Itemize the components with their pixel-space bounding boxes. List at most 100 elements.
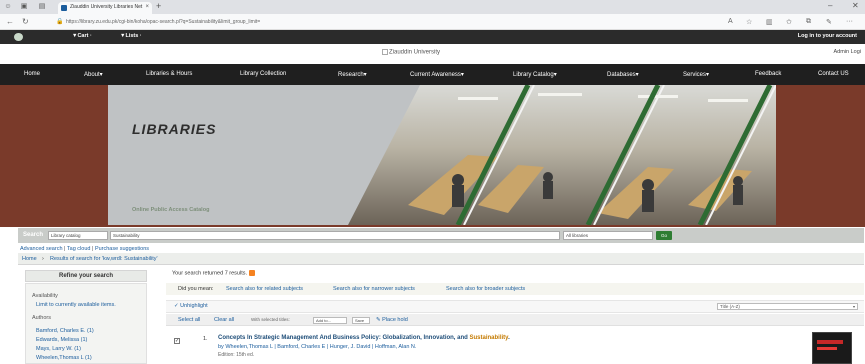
result-title-end: . [508, 335, 510, 341]
search-query-input[interactable]: Sustainability [110, 231, 560, 240]
nav-current-awareness[interactable]: Current Awareness▾ [410, 71, 464, 78]
nav-services[interactable]: Services▾ [683, 71, 709, 78]
nav-libraries-hours[interactable]: Libraries & Hours [146, 71, 192, 77]
branch-select[interactable]: All libraries [563, 231, 653, 240]
banner-alt-text: Ziauddin University [389, 49, 441, 56]
search-bar: Search Library catalog Sustainability Al… [18, 228, 864, 243]
admin-login-link[interactable]: Admin Logi [833, 49, 861, 55]
close-tab-icon[interactable]: × [145, 4, 149, 10]
hero-subheading: Online Public Access Catalog [132, 207, 210, 213]
library-photo-collage [348, 85, 776, 225]
close-window-button[interactable]: ✕ [852, 1, 859, 10]
lock-icon: 🔒 [56, 19, 64, 25]
favorites-icon[interactable]: ✩ [786, 18, 792, 26]
split-view-icon[interactable]: ▥ [766, 18, 773, 26]
result-title-text: Concepts In Strategic Management And Bus… [218, 335, 470, 341]
save-button[interactable]: Save [352, 317, 370, 324]
broken-image-icon [382, 49, 388, 55]
minimize-button[interactable]: – [828, 1, 832, 10]
url-text: https://library.zu.edu.pk/cgi-bin/koha/o… [66, 19, 261, 25]
hero-banner: LIBRARIES Online Public Access Catalog [108, 85, 776, 225]
author-facet-link[interactable]: Edwards, Melissa (1) [36, 337, 87, 343]
result-edition: Edition: 15th ed. [218, 352, 255, 358]
address-bar-row: ← ↻ 🔒 https://library.zu.edu.pk/cgi-bin/… [0, 14, 865, 30]
narrower-subjects-link[interactable]: Search also for narrower subjects [333, 286, 415, 292]
cart-menu[interactable]: ▼Cart · [72, 33, 92, 39]
main-navigation: Home About▾ Libraries & Hours Library Co… [0, 64, 865, 85]
browser-tab-bar: ☺ ▣ ▤ Ziauddin University Libraries Net … [0, 0, 865, 14]
star-outline-icon[interactable]: ☆ [746, 18, 752, 26]
tab-actions-icon[interactable]: ▣ [20, 3, 28, 11]
nav-contact-us[interactable]: Contact US [818, 71, 849, 77]
place-hold-label: Place hold [382, 317, 408, 323]
clear-all-link[interactable]: Clear all [214, 317, 234, 323]
author-facet-link[interactable]: Wheelen,Thomas L (1) [36, 355, 92, 361]
university-banner[interactable]: Ziauddin University [382, 49, 440, 56]
tab-title: Ziauddin University Libraries Net [70, 4, 143, 10]
select-all-link[interactable]: Select all [178, 317, 200, 323]
collections-icon[interactable]: ⧉ [806, 18, 811, 26]
profile-icon[interactable]: ☺ [4, 3, 12, 11]
book-cover-thumbnail[interactable] [812, 332, 852, 364]
result-checkbox[interactable]: ✓ [174, 338, 180, 344]
result-title-link[interactable]: Concepts In Strategic Management And Bus… [218, 335, 510, 341]
related-subjects-link[interactable]: Search also for related subjects [226, 286, 303, 292]
nav-library-catalog[interactable]: Library Catalog▾ [513, 71, 557, 78]
new-tab-button[interactable]: + [156, 1, 161, 11]
tab-group-icon[interactable]: ▤ [38, 3, 46, 11]
tag-cloud-link[interactable]: Tag cloud [67, 246, 91, 252]
opac-top-bar: ▼Cart · ▼Lists · Log in to your account [0, 30, 865, 44]
breadcrumb: Home › Results of search for 'kw,wrdl: S… [18, 253, 864, 265]
result-number: 1. [203, 336, 208, 342]
nav-library-collection[interactable]: Library Collection [240, 71, 286, 77]
place-hold-link[interactable]: ✎ Place hold [376, 317, 408, 323]
back-icon[interactable]: ← [6, 17, 14, 26]
cover-decoration [817, 340, 843, 344]
advanced-search-link[interactable]: Advanced search [20, 246, 63, 252]
translate-icon[interactable]: A [728, 18, 733, 25]
search-links: Advanced search | Tag cloud | Purchase s… [20, 246, 149, 252]
browser-tab[interactable]: Ziauddin University Libraries Net × [58, 2, 152, 14]
refine-search-heading: Refine your search [25, 270, 147, 282]
unhighlight-link[interactable]: ✓ Unhighlight [174, 303, 208, 309]
result-authors[interactable]: by Wheelen,Thomas L | Bamford, Charles E… [218, 344, 416, 350]
results-count-text: Your search returned 7 results. [172, 270, 248, 277]
favicon-icon [61, 5, 67, 11]
nav-about[interactable]: About▾ [84, 71, 103, 78]
author-facet-link[interactable]: Mays, Larry W. (1) [36, 346, 81, 352]
nav-databases[interactable]: Databases▾ [607, 71, 639, 78]
nav-feedback[interactable]: Feedback [755, 71, 781, 77]
koha-logo-icon[interactable] [14, 33, 23, 41]
broader-subjects-link[interactable]: Search also for broader subjects [446, 286, 525, 292]
login-link[interactable]: Log in to your account [798, 33, 857, 39]
chevron-down-icon: ▾ [852, 304, 855, 309]
extensions-icon[interactable]: ✎ [826, 18, 832, 26]
hero-heading: LIBRARIES [132, 121, 217, 137]
url-input[interactable]: 🔒 https://library.zu.edu.pk/cgi-bin/koha… [54, 17, 654, 27]
rss-icon[interactable] [248, 270, 255, 276]
more-menu-icon[interactable]: ··· [846, 18, 853, 25]
lists-menu[interactable]: ▼Lists · [120, 33, 142, 39]
author-facet-link[interactable]: Bamford, Charles E. (1) [36, 328, 94, 334]
refine-sidebar: Availability Limit to currently availabl… [25, 283, 147, 364]
go-button[interactable]: Go [656, 231, 672, 240]
breadcrumb-home[interactable]: Home [22, 256, 37, 262]
cover-decoration [817, 347, 837, 350]
with-selected-label: With selected titles: [251, 317, 290, 322]
purchase-suggestions-link[interactable]: Purchase suggestions [95, 246, 149, 252]
search-label: Search [23, 232, 44, 238]
reload-icon[interactable]: ↻ [22, 17, 29, 26]
results-summary: Your search returned 7 results. [172, 270, 255, 276]
nav-home[interactable]: Home [24, 71, 40, 77]
did-you-mean-label: Did you mean: [178, 286, 214, 292]
brand-row: Ziauddin University Admin Logi [0, 44, 865, 64]
search-scope-select[interactable]: Library catalog [48, 231, 108, 240]
breadcrumb-arrow-icon: › [42, 256, 44, 262]
add-to-select[interactable]: Add to... [313, 317, 347, 324]
breadcrumb-current[interactable]: Results of search for 'kw,wrdl: Sustaina… [50, 256, 158, 262]
sort-value: Title (A-Z) [720, 304, 740, 309]
sort-select[interactable]: Title (A-Z) ▾ [717, 303, 858, 310]
result-title-highlight: Sustainability [469, 335, 509, 341]
available-items-link[interactable]: Limit to currently available items. [36, 302, 116, 308]
nav-research[interactable]: Research▾ [338, 71, 367, 78]
